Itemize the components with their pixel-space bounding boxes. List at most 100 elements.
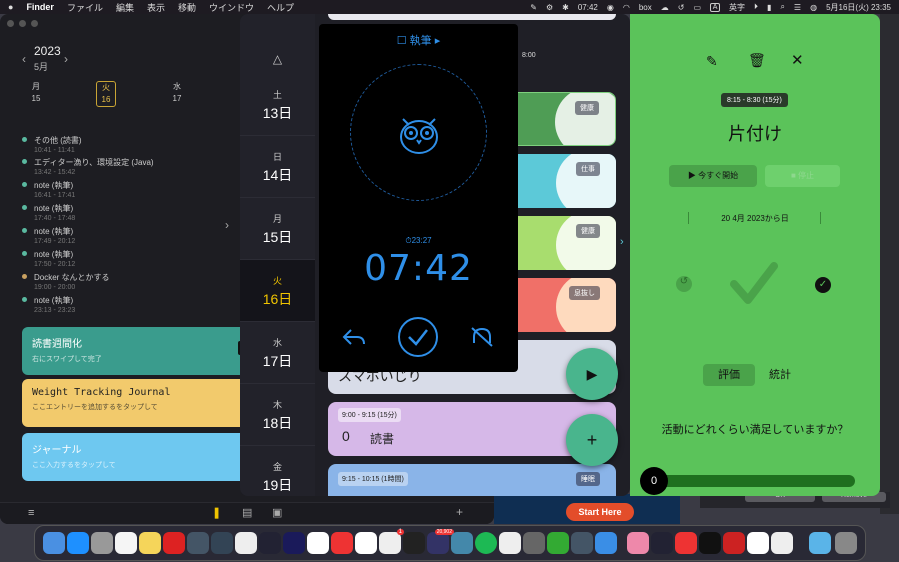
day-tue-selected[interactable]: 火 16 <box>96 81 116 107</box>
wifi-icon[interactable]: ◠ <box>623 3 630 12</box>
app-icon[interactable] <box>283 532 305 554</box>
tab-stats[interactable]: 統計 <box>758 364 802 386</box>
task-card-sleep[interactable]: 9:15 - 10:15 (1時間) 睡眠 <box>328 464 616 496</box>
bluetooth-icon[interactable]: ✱ <box>562 3 569 12</box>
expand-chevron-icon[interactable]: › <box>620 236 624 248</box>
scroll-up-icon[interactable]: △ <box>240 52 315 66</box>
menu-window[interactable]: ウインドウ <box>209 1 254 14</box>
app-icon[interactable] <box>235 532 257 554</box>
start-here-button[interactable]: Start Here <box>566 503 634 521</box>
event-item[interactable]: Docker なんとかする 19:00 - 20:00 <box>22 272 110 291</box>
close-icon[interactable]: ✕ <box>791 51 804 69</box>
day-wed[interactable]: 水 17 <box>167 81 187 103</box>
big-check-icon[interactable] <box>730 262 778 306</box>
task-card-top-partial[interactable] <box>328 14 616 20</box>
event-item[interactable]: note (執筆) 17:40 - 17:48 <box>22 203 75 222</box>
add-icon[interactable]: + <box>456 505 463 519</box>
next-month-icon[interactable]: › <box>64 52 68 66</box>
app-icon[interactable] <box>771 532 793 554</box>
display-icon[interactable]: ▭ <box>693 3 701 12</box>
day-item-14[interactable]: 日 14日 <box>240 136 315 198</box>
tool-icon[interactable]: ⚙ <box>546 3 553 12</box>
app-icon[interactable] <box>163 532 185 554</box>
finder-icon[interactable] <box>43 532 65 554</box>
habit-card-reading[interactable]: 読書週間化 右にスワイプして完了 ⇧ <box>22 327 262 375</box>
app-icon[interactable] <box>627 532 649 554</box>
start-now-button[interactable]: ▶ 今すぐ開始 <box>669 165 757 187</box>
pen-icon[interactable]: ✎ <box>530 3 537 12</box>
help-icon[interactable] <box>523 532 545 554</box>
satisfaction-slider-thumb[interactable]: 0 <box>640 467 668 495</box>
app-icon[interactable] <box>187 532 209 554</box>
box-icon[interactable]: box <box>639 3 652 12</box>
menu-icon[interactable]: ≡ <box>28 507 34 519</box>
notes-app-icon[interactable] <box>139 532 161 554</box>
menu-finder[interactable]: Finder <box>26 2 54 12</box>
photos-icon[interactable] <box>115 532 137 554</box>
datetime[interactable]: 5月16日(火) 23:35 <box>826 2 891 13</box>
spotify-icon[interactable] <box>475 532 497 554</box>
day-item-15[interactable]: 月 15日 <box>240 198 315 260</box>
trash-icon[interactable]: 🗑 <box>748 52 766 69</box>
app-icon[interactable] <box>651 532 673 554</box>
day-item-16-selected[interactable]: 火 16日 <box>240 260 315 322</box>
playback-icon[interactable]: ⏵ <box>754 2 758 12</box>
app-icon[interactable] <box>211 532 233 554</box>
expand-chevron-icon[interactable]: › <box>225 218 229 232</box>
launchpad-icon[interactable] <box>91 532 113 554</box>
apple-menu-icon[interactable]: ● <box>8 2 13 12</box>
undo-circle-icon[interactable]: ↺ <box>676 276 692 292</box>
bookmark-icon[interactable]: ❚ <box>212 506 221 519</box>
music-icon[interactable] <box>675 532 697 554</box>
app-icon[interactable]: ◉ <box>607 3 614 12</box>
input-source-icon[interactable]: A <box>710 2 721 12</box>
day-item-13[interactable]: 土 13日 <box>240 74 315 136</box>
terminal-icon[interactable] <box>699 532 721 554</box>
event-item[interactable]: note (執筆) 16:41 - 17:41 <box>22 180 75 199</box>
play-button[interactable]: ▶ <box>566 348 618 400</box>
app-icon[interactable] <box>547 532 569 554</box>
habit-card-journal[interactable]: ジャーナル ここ入力するをタップして <box>22 433 262 481</box>
habit-card-weight[interactable]: Weight Tracking Journal ここエントリーを追加するをタップ… <box>22 379 262 427</box>
app-icon[interactable] <box>499 532 521 554</box>
day-item-19[interactable]: 金 19日 <box>240 446 315 496</box>
mute-icon[interactable] <box>469 325 495 349</box>
satisfaction-slider-track[interactable] <box>650 475 855 487</box>
input-source-label[interactable]: 英字 <box>729 2 745 13</box>
app-icon[interactable] <box>571 532 593 554</box>
menu-file[interactable]: ファイル <box>67 1 103 14</box>
app-icon[interactable] <box>331 532 353 554</box>
app-icon[interactable]: 20,902 <box>427 529 454 554</box>
archive-icon[interactable]: ▣ <box>272 506 282 519</box>
menu-edit[interactable]: 編集 <box>116 1 134 14</box>
search-icon[interactable]: ⌕ <box>780 2 784 12</box>
app-icon[interactable]: 1 <box>379 529 404 554</box>
timer-title[interactable]: ☐ 執筆 ▸ <box>319 32 518 48</box>
event-item[interactable]: note (執筆) 23:13 - 23:23 <box>22 295 75 314</box>
menubar-clock-widget[interactable]: 07:42 <box>578 3 598 12</box>
event-item[interactable]: note (執筆) 17:50 - 20:12 <box>22 249 75 268</box>
app-icon[interactable] <box>451 532 473 554</box>
downloads-folder-icon[interactable] <box>809 532 831 554</box>
day-item-18[interactable]: 木 18日 <box>240 384 315 446</box>
event-item[interactable]: エディター漁り、環境設定 (Java) 13:42 - 15:42 <box>22 157 154 176</box>
app-icon[interactable] <box>259 532 281 554</box>
event-item[interactable]: その他 (読書) 10:41 - 11:41 <box>22 135 82 154</box>
app-icon[interactable] <box>307 532 329 554</box>
day-item-17[interactable]: 水 17日 <box>240 322 315 384</box>
undo-icon[interactable] <box>341 326 367 348</box>
control-center-icon[interactable]: ☰ <box>794 3 801 12</box>
slack-icon[interactable] <box>747 532 769 554</box>
complete-icon[interactable] <box>397 316 439 358</box>
battery-icon[interactable]: ▮ <box>767 3 771 12</box>
done-check-icon[interactable]: ✓ <box>815 277 831 293</box>
prev-month-icon[interactable]: ‹ <box>22 52 26 66</box>
app-icon[interactable] <box>355 532 377 554</box>
day-mon[interactable]: 月 15 <box>26 81 46 103</box>
menu-view[interactable]: 表示 <box>147 1 165 14</box>
trash-dock-icon[interactable] <box>835 532 857 554</box>
app-icon[interactable] <box>595 532 617 554</box>
cloud-icon[interactable]: ☁ <box>661 3 669 12</box>
app-icon[interactable] <box>723 532 745 554</box>
app-icon[interactable] <box>403 532 425 554</box>
